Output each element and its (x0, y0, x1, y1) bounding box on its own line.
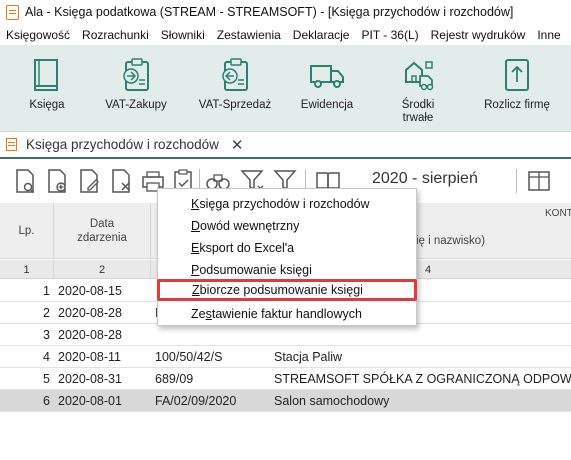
menu-item-text: ksport do Excel'a (199, 241, 295, 255)
vat-zakupy-label: VAT-Zakupy (105, 99, 167, 111)
menu-slowniki[interactable]: Słowniki (155, 28, 211, 42)
close-icon[interactable]: ✕ (231, 136, 244, 154)
window-title: Ala - Księga podatkowa (STREAM - STREAMS… (25, 5, 514, 19)
menu-item-zbiorcze-podsumowanie[interactable]: Zbiorcze podsumowanie księgi (157, 279, 417, 301)
clipboard-in-icon (114, 55, 158, 95)
column-number: 2 (54, 260, 151, 279)
table-row-selected[interactable]: 6 2020-08-01 FA/02/09/2020 Salon samocho… (0, 390, 571, 412)
toolbar-separator (516, 169, 517, 193)
menu-item-text: tawienie faktur handlowych (211, 307, 362, 321)
menu-item-dowod-wewnetrzny[interactable]: Dowód wewnętrzny (158, 215, 416, 237)
book-icon (25, 55, 69, 95)
table-row[interactable]: 3 2020-08-28 (0, 324, 571, 346)
menu-bar: Księgowość Rozrachunki Słowniki Zestawie… (0, 24, 571, 45)
cell-name: Stacja Paliw (274, 350, 343, 364)
truck-icon (305, 55, 349, 95)
menu-item-text: Ze (191, 307, 206, 321)
cell-date: 2020-08-28 (58, 306, 122, 320)
cell-doc: 100/50/42/S (155, 350, 223, 364)
cell-date: 2020-08-31 (58, 372, 122, 386)
cell-doc: FA/02/09/2020 (155, 394, 237, 408)
clipboard-out-icon (213, 55, 257, 95)
add-doc-icon (48, 169, 66, 193)
cell-date: 2020-08-01 (58, 394, 122, 408)
ksiega-label: Księga (29, 99, 65, 111)
app-icon (6, 4, 19, 20)
cell-lp: 1 (43, 284, 50, 298)
menu-item-podsumowanie-ksiegi[interactable]: Podsumowanie księgi (158, 259, 416, 281)
menu-item-accelerator: K (191, 197, 200, 211)
header-date[interactable]: Data zdarzenia (54, 203, 151, 259)
menu-item-text: sięga przychodów i rozchodów (199, 197, 370, 211)
vat-sprzedaz-button[interactable]: VAT-Sprzedaż (194, 45, 276, 132)
menu-rejestr-wydrukow[interactable]: Rejestr wydruków (425, 28, 532, 42)
delete-doc-icon (112, 169, 130, 193)
menu-item-text: odsumowanie księgi (199, 263, 312, 277)
table-row[interactable]: 4 2020-08-11 100/50/42/S Stacja Paliw (0, 346, 571, 368)
tab-label: Księga przychodów i rozchodów (26, 137, 219, 152)
srodki-trwale-button[interactable]: Środki trwałe (392, 45, 444, 132)
header-contractor-label: KONT (545, 208, 571, 219)
menu-zestawienia[interactable]: Zestawienia (211, 28, 287, 42)
edit-doc-button[interactable] (76, 167, 102, 195)
ewidencja-button[interactable]: Ewidencja (295, 45, 359, 132)
columns-icon (528, 171, 550, 191)
column-number: 1 (0, 260, 54, 279)
preview-doc-icon (16, 169, 35, 194)
menu-item-accelerator: E (191, 241, 200, 255)
cell-name: STREAMSOFT SPÓŁKA Z OGRANICZONĄ ODPOWIE (274, 372, 571, 386)
delete-doc-button[interactable] (108, 167, 134, 195)
cell-name (274, 324, 571, 346)
table-row[interactable]: 5 2020-08-31 689/09 STREAMSOFT SPÓŁKA Z … (0, 368, 571, 390)
document-icon (6, 138, 17, 151)
menu-ksiegowosc[interactable]: Księgowość (0, 28, 76, 42)
menu-item-zestawienie-faktur[interactable]: Ze s tawienie faktur handlowych (158, 303, 416, 325)
vat-sprzedaz-label: VAT-Sprzedaż (198, 99, 272, 111)
cell-lp: 5 (43, 372, 50, 386)
cell-date: 2020-08-11 (58, 350, 122, 364)
cell-doc: 689/09 (155, 372, 194, 386)
fixed-assets-icon (396, 55, 440, 95)
cell-doc (155, 324, 270, 346)
header-lp[interactable]: Lp. (0, 203, 54, 259)
menu-rozrachunki[interactable]: Rozrachunki (76, 28, 155, 42)
ksiega-button[interactable]: Księga (24, 45, 70, 132)
ewidencja-label: Ewidencja (300, 99, 354, 111)
menu-deklaracje[interactable]: Deklaracje (287, 28, 356, 42)
cell-date: 2020-08-28 (58, 328, 122, 342)
vat-zakupy-button[interactable]: VAT-Zakupy (98, 45, 174, 132)
preview-doc-button[interactable] (12, 167, 38, 195)
period-label[interactable]: 2020 - sierpień (372, 170, 478, 188)
title-bar: Ala - Księga podatkowa (STREAM - STREAMS… (0, 0, 571, 24)
menu-pit-36[interactable]: PIT - 36(L) (355, 28, 424, 42)
menu-inne[interactable]: Inne (531, 28, 566, 42)
columns-layout-button[interactable] (526, 167, 552, 195)
cell-name: Salon samochodowy (274, 394, 390, 408)
menu-item-text: biorcze podsumowanie księgi (199, 283, 363, 297)
rozlicz-firme-button[interactable]: Rozlicz firmę (476, 45, 558, 132)
menu-item-accelerator: D (191, 219, 201, 233)
tab-ksiega-przychodow[interactable]: Księga przychodów i rozchodów ✕ (0, 131, 243, 158)
cell-lp: 2 (43, 306, 50, 320)
document-tab-bar: Księga przychodów i rozchodów ✕ (0, 132, 571, 159)
rozlicz-firme-label: Rozlicz firmę (484, 99, 550, 111)
print-dropdown-menu: Księga przychodów i rozchodów Dowód wewn… (157, 188, 417, 326)
menu-item-text: owód wewnętrzny (200, 219, 300, 233)
menu-item-eksport-excel[interactable]: Eksport do Excel'a (158, 237, 416, 259)
srodki-trwale-label: Środki trwałe (401, 99, 435, 124)
menu-item-accelerator: Z (192, 283, 200, 297)
cell-lp: 3 (43, 328, 50, 342)
ribbon: Księga VAT-Zakupy VAT-Sprzedaż Ewidencja… (0, 45, 571, 132)
menu-item-accelerator: P (191, 263, 200, 277)
add-doc-button[interactable] (44, 167, 70, 195)
header-name-partial: ię i nazwisko) (416, 235, 486, 247)
cell-date: 2020-08-15 (58, 284, 122, 298)
cell-lp: 6 (43, 394, 50, 408)
cell-lp: 4 (43, 350, 50, 364)
menu-item-ksiega-przychodow[interactable]: Księga przychodów i rozchodów (158, 193, 416, 215)
edit-doc-icon (80, 169, 99, 193)
upload-doc-icon (495, 55, 539, 95)
header-contractor-group[interactable] (416, 203, 516, 223)
